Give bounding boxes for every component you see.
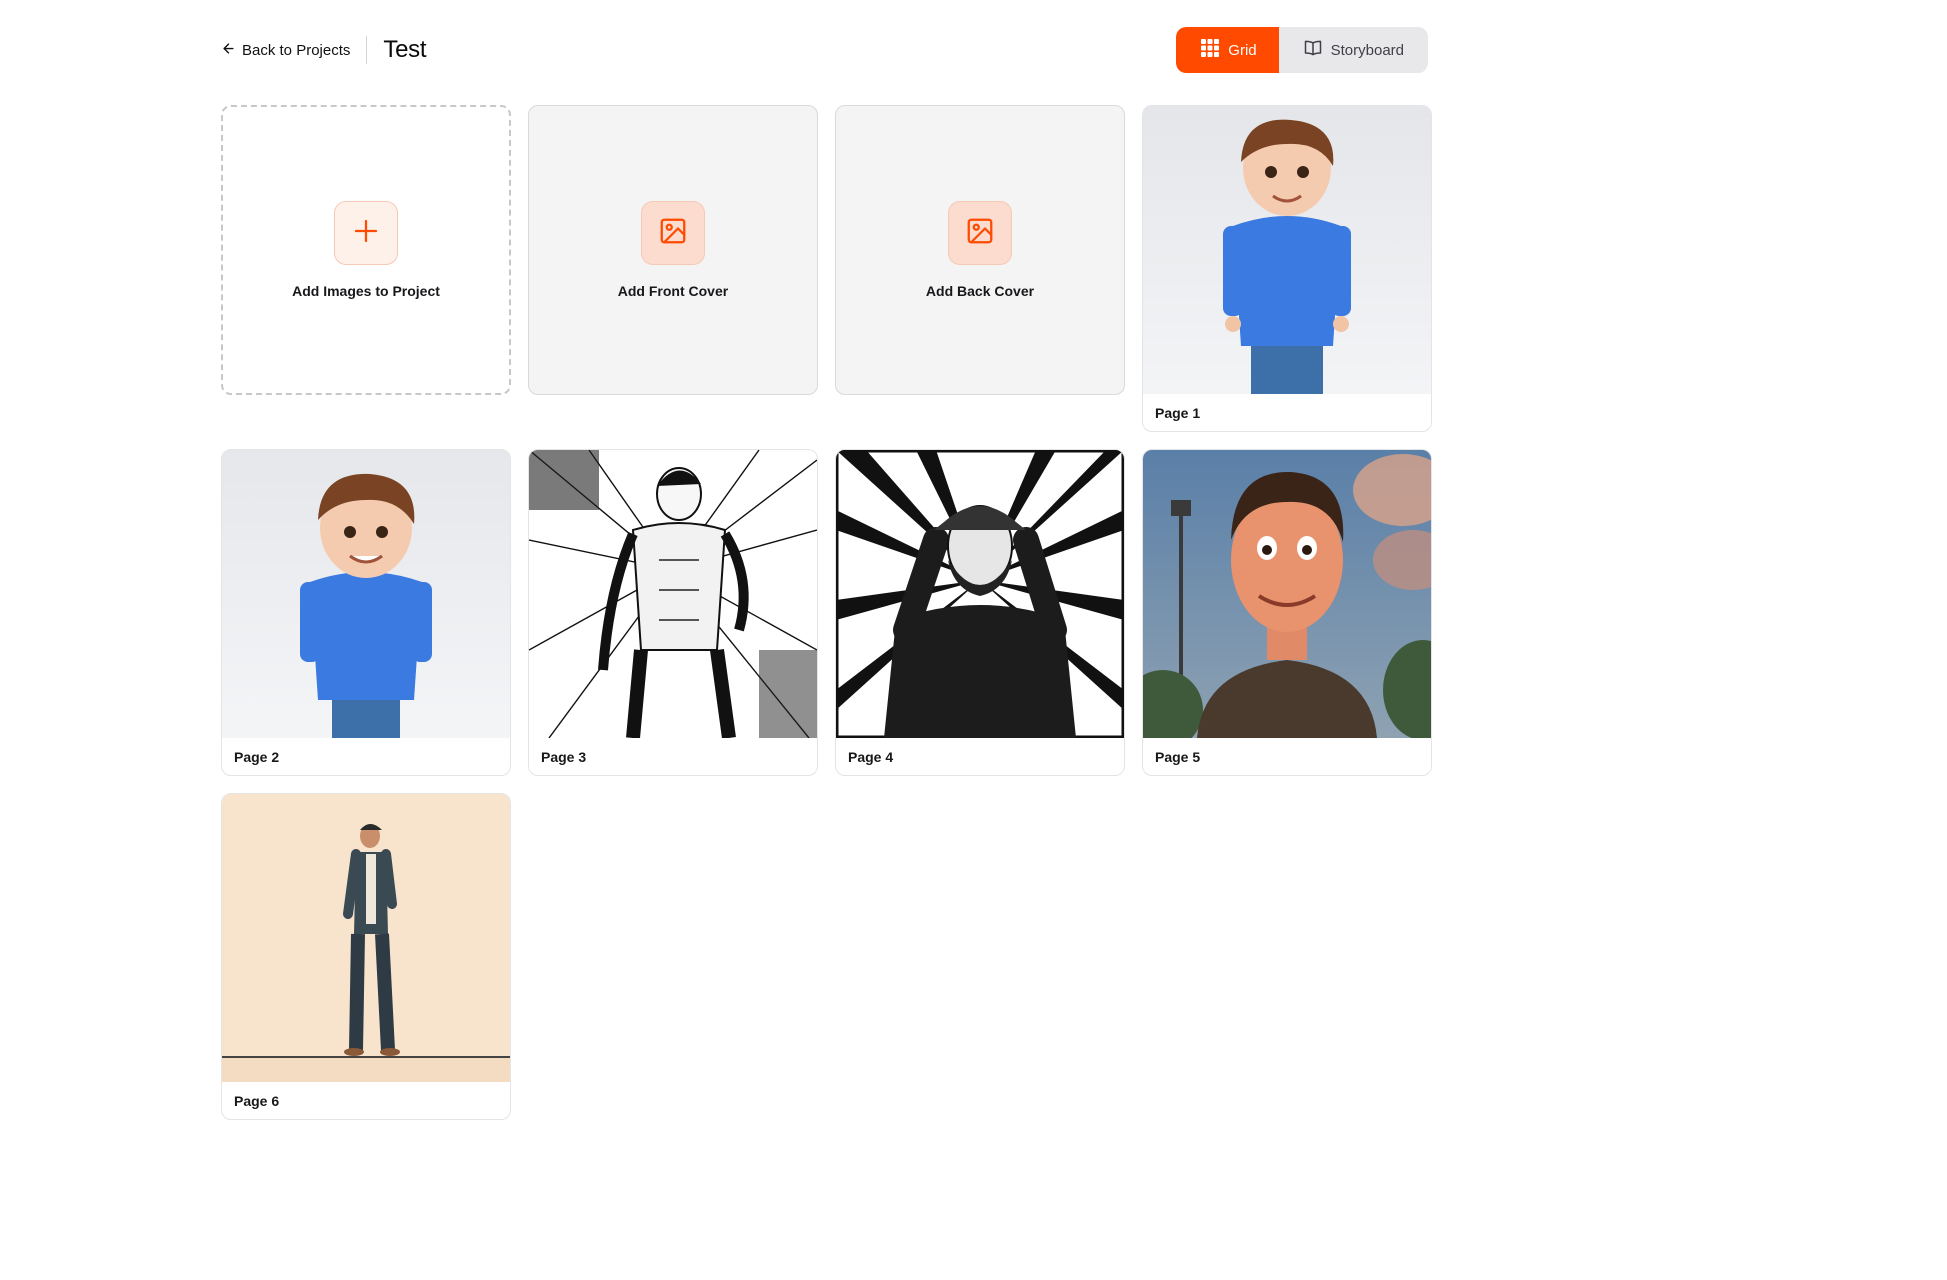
back-to-projects-label: Back to Projects xyxy=(242,41,351,59)
grid-view-button[interactable]: Grid xyxy=(1176,27,1279,73)
back-to-projects-link[interactable]: Back to Projects xyxy=(221,41,350,60)
add-back-cover-tile[interactable]: Add Back Cover xyxy=(835,105,1125,395)
page-thumbnail-standing-man xyxy=(222,794,510,1082)
image-icon xyxy=(965,216,995,251)
add-images-label: Add Images to Project xyxy=(292,283,440,299)
header-left: Back to Projects Test xyxy=(221,36,427,64)
page-tile[interactable]: Page 6 xyxy=(221,793,511,1120)
page-header: Back to Projects Test Grid Storyboard xyxy=(221,27,1428,73)
page-label: Page 2 xyxy=(234,748,280,765)
book-open-icon xyxy=(1303,38,1323,62)
storyboard-view-button[interactable]: Storyboard xyxy=(1279,27,1428,73)
header-divider xyxy=(366,36,368,64)
page-label: Page 6 xyxy=(234,1092,280,1109)
page-thumbnail-cartoon-boy xyxy=(1143,106,1431,394)
plus-icon xyxy=(351,216,381,251)
page-label: Page 3 xyxy=(541,748,587,765)
add-back-cover-label: Add Back Cover xyxy=(925,283,1035,299)
page-thumbnail-cartoon-man xyxy=(1143,450,1431,738)
project-page: Back to Projects Test Grid Storyboard Ad… xyxy=(0,0,1947,1280)
project-title: Test xyxy=(383,36,427,63)
storyboard-view-label: Storyboard xyxy=(1330,41,1404,59)
page-label: Page 1 xyxy=(1155,404,1201,421)
page-thumbnail-comic-bearded-man xyxy=(836,450,1124,738)
grid-view-label: Grid xyxy=(1228,41,1257,59)
page-tile[interactable]: Page 4 xyxy=(835,449,1125,776)
add-images-tile[interactable]: Add Images to Project xyxy=(221,105,511,395)
page-label: Page 5 xyxy=(1155,748,1201,765)
arrow-left-icon xyxy=(221,41,236,60)
view-toggle: Grid Storyboard xyxy=(1176,27,1428,73)
add-back-cover-icon-box xyxy=(948,201,1012,265)
grid-icon xyxy=(1200,38,1220,62)
page-tile[interactable]: Page 1 xyxy=(1142,105,1432,432)
page-tile[interactable]: Page 3 xyxy=(528,449,818,776)
add-front-cover-tile[interactable]: Add Front Cover xyxy=(528,105,818,395)
page-label: Page 4 xyxy=(848,748,894,765)
page-tile[interactable]: Page 2 xyxy=(221,449,511,776)
add-front-cover-label: Add Front Cover xyxy=(617,283,729,299)
add-images-icon-box xyxy=(334,201,398,265)
page-tile[interactable]: Page 5 xyxy=(1142,449,1432,776)
page-thumbnail-comic-sketch xyxy=(529,450,817,738)
image-icon xyxy=(658,216,688,251)
image-grid: Add Images to Project Add Front Cover Ad… xyxy=(221,105,1432,1120)
add-front-cover-icon-box xyxy=(641,201,705,265)
page-thumbnail-cartoon-boy xyxy=(222,450,510,738)
